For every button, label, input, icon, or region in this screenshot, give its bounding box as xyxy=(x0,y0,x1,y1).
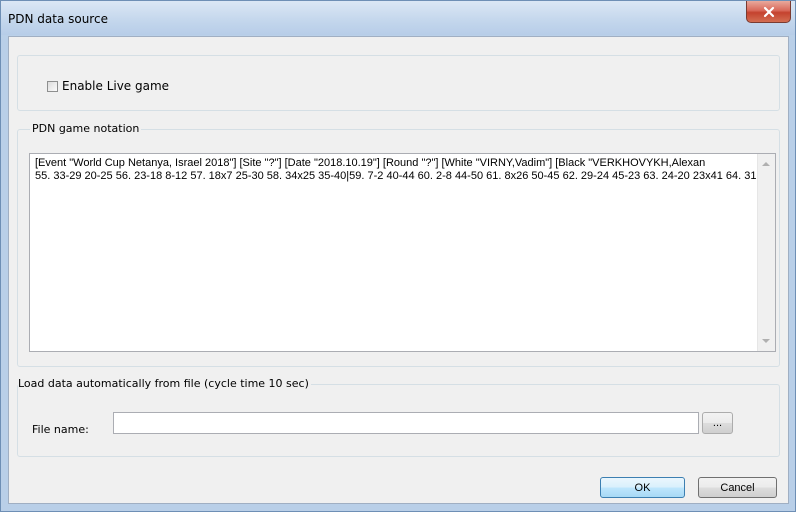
notation-line: 55. 33-29 20-25 56. 23-18 8-12 57. 18x7 … xyxy=(35,170,773,182)
ok-button-label: OK xyxy=(634,481,651,494)
enable-live-game-checkbox[interactable] xyxy=(47,80,58,92)
dialog-client-area: PDN game notation [Event "World Cup Neta… xyxy=(8,36,789,504)
pdn-notation-textarea[interactable]: [Event "World Cup Netanya, Israel 2018"]… xyxy=(29,153,776,352)
scroll-up-icon[interactable] xyxy=(762,162,770,166)
notation-line: [Event "World Cup Netanya, Israel 2018"]… xyxy=(35,157,706,169)
file-name-input[interactable] xyxy=(113,412,699,434)
cancel-button[interactable]: Cancel xyxy=(698,477,777,498)
browse-button[interactable]: ... xyxy=(702,412,733,434)
pdn-data-source-dialog: PDN data source PDN game notation [Event… xyxy=(0,0,796,512)
browse-button-label: ... xyxy=(712,417,723,429)
vertical-scrollbar[interactable] xyxy=(757,154,775,351)
enable-live-game-label: Enable Live game xyxy=(62,79,170,93)
pdn-notation-group-label: PDN game notation xyxy=(30,122,142,135)
close-button[interactable] xyxy=(746,1,791,23)
title-bar[interactable]: PDN data source xyxy=(1,1,795,35)
cancel-button-label: Cancel xyxy=(720,481,755,494)
scroll-down-icon[interactable] xyxy=(762,339,770,343)
pdn-notation-group: PDN game notation [Event "World Cup Neta… xyxy=(17,122,780,367)
close-icon xyxy=(763,6,774,17)
file-load-group-label: Load data automatically from file (cycle… xyxy=(18,377,311,390)
file-name-label: File name: xyxy=(32,423,89,436)
enable-live-game-checkbox-row[interactable]: Enable Live game xyxy=(47,79,169,93)
window-title: PDN data source xyxy=(8,12,108,26)
file-load-group: Load data automatically from file (cycle… xyxy=(17,377,780,457)
ok-button[interactable]: OK xyxy=(600,477,685,498)
